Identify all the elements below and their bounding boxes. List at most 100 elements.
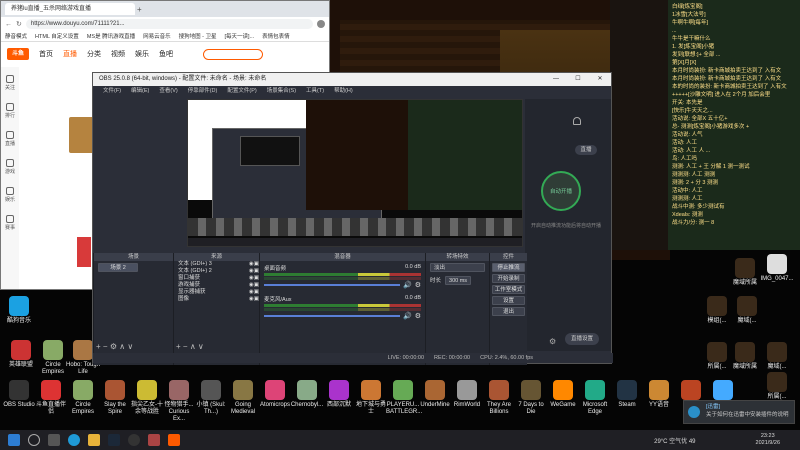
mixer-gear-icon[interactable]: ⚙	[415, 281, 421, 289]
control-button[interactable]: 设置	[492, 296, 525, 305]
desktop-icon[interactable]: 地下城与勇士	[354, 380, 388, 416]
sidebar-item[interactable]: 排行	[1, 103, 19, 123]
speaker-icon[interactable]: 🔊	[403, 312, 412, 320]
douyu-taskbar-icon[interactable]	[168, 434, 180, 446]
obs-preview[interactable]	[187, 99, 523, 247]
speaker-icon[interactable]: 🔊	[403, 281, 412, 289]
obs-taskbar-icon[interactable]	[128, 434, 140, 446]
source-item[interactable]: 游戏捕获 ◉ ▣	[174, 282, 259, 289]
edge-icon[interactable]	[68, 434, 80, 446]
source-item[interactable]: 显示器捕获 ◉ ▣	[174, 289, 259, 296]
desktop-icon[interactable]: IMG_0047...	[760, 254, 794, 283]
desktop-icon[interactable]: UnderMine	[418, 380, 452, 409]
desktop-icon[interactable]: OBS Studio	[2, 380, 36, 409]
sidebar-item[interactable]: 游戏	[1, 159, 19, 179]
profile-icon[interactable]	[317, 20, 325, 28]
desktop-icon[interactable]: 魔域所属	[728, 258, 762, 287]
desktop-icon[interactable]: 斗鱼直播伴侣	[34, 380, 68, 416]
desktop-icon[interactable]: PLAYERU... BATTLEGR...	[386, 380, 422, 416]
desktop-icon[interactable]: They Are Billions	[482, 380, 516, 416]
obs-menu-item[interactable]: 工具(T)	[306, 86, 324, 96]
obs-menu-item[interactable]: 场景集合(S)	[267, 86, 296, 96]
close-icon[interactable]: ✕	[589, 73, 611, 86]
bookmark-item[interactable]: 表情包表情	[262, 32, 290, 40]
desktop-icon[interactable]: 所属(...	[760, 372, 794, 401]
sidebar-item[interactable]: 娱乐	[1, 187, 19, 207]
control-button[interactable]: 工作室模式	[492, 285, 525, 294]
control-button[interactable]: 开始录制	[492, 274, 525, 283]
site-nav-item[interactable]: 首页	[39, 49, 53, 59]
source-item[interactable]: 窗口捕获 ◉ ▣	[174, 275, 259, 282]
obs-menu-item[interactable]: 配置文件(P)	[227, 86, 256, 96]
obs-window[interactable]: OBS 25.0.8 (64-bit, windows) - 配置文件: 未命名…	[92, 72, 613, 365]
control-button[interactable]: 停止推流	[492, 263, 525, 272]
bell-icon[interactable]	[573, 117, 581, 125]
desktop-icon[interactable]: 7 Days to Die	[514, 380, 548, 416]
notification-toast[interactable]: [迅雷] 关于如何在迅雷中安装插件的说明	[683, 400, 795, 424]
desktop-icon[interactable]: 西部沉默	[322, 380, 356, 409]
mixer-gear-icon[interactable]: ⚙	[415, 312, 421, 320]
sidebar-item[interactable]: 关注	[1, 75, 19, 95]
bookmark-item[interactable]: MS是 腾讯游戏直播	[87, 32, 135, 40]
source-item[interactable]: 文本 (GDI+) 2 ◉ ▣	[174, 268, 259, 275]
minimize-icon[interactable]: —	[545, 73, 567, 86]
obs-menu-item[interactable]: 编辑(E)	[131, 86, 149, 96]
site-nav-item[interactable]: 娱乐	[135, 49, 149, 59]
sidebar-item[interactable]: 赛事	[1, 215, 19, 235]
bookmark-item[interactable]: [每天一读]...	[225, 32, 255, 40]
desktop-icon[interactable]: RimWorld	[450, 380, 484, 409]
desktop-icon[interactable]: 魔域(...	[760, 342, 794, 371]
control-button[interactable]: 退出	[492, 307, 525, 316]
desktop-icon[interactable]: 小镇 (Skul: Th...)	[194, 380, 228, 416]
live-button[interactable]: 直播	[575, 145, 597, 155]
obs-menu-item[interactable]: 文件(F)	[103, 86, 121, 96]
desktop-icon[interactable]: Atomicrops	[258, 380, 292, 409]
start-icon[interactable]	[8, 434, 20, 446]
back-icon[interactable]: ←	[5, 21, 12, 28]
site-nav-item[interactable]: 鱼吧	[159, 49, 173, 59]
bookmark-item[interactable]: 静音模式	[5, 32, 27, 40]
new-tab-icon[interactable]: +	[137, 5, 142, 14]
bookmark-item[interactable]: HTML 自定义设置	[35, 32, 79, 40]
desktop-icon[interactable]: Circle Empires	[66, 380, 100, 416]
game-taskbar-icon[interactable]	[148, 434, 160, 446]
explorer-icon[interactable]	[88, 434, 100, 446]
scene-down-icon[interactable]: ∨	[127, 342, 133, 351]
desktop-icon[interactable]: Circle Empires	[36, 340, 70, 376]
scene-up-icon[interactable]: ∧	[119, 342, 125, 351]
site-nav-item[interactable]: 视频	[111, 49, 125, 59]
desktop-icon[interactable]: 英雄联盟	[4, 340, 38, 369]
desktop-icon[interactable]: 魔域(...	[730, 296, 764, 325]
obs-menu-item[interactable]: 查看(V)	[159, 86, 177, 96]
live-settings-button[interactable]: 直播设置	[565, 333, 599, 345]
scene-item[interactable]: 场景 2	[98, 263, 138, 272]
taskview-icon[interactable]	[48, 434, 60, 446]
source-item[interactable]: 图像 ◉ ▣	[174, 296, 259, 303]
site-search-input[interactable]	[203, 48, 263, 60]
desktop-icon[interactable]: 模组(...	[700, 296, 734, 325]
transition-select[interactable]: 淡出	[430, 263, 485, 272]
desktop-icon[interactable]: Slay the Spire	[98, 380, 132, 416]
desktop-icon[interactable]: 指尖乙女-十余等战胜	[130, 380, 164, 416]
desktop-icon-kugou[interactable]: 酷狗音乐	[2, 296, 36, 325]
source-down-icon[interactable]: ∨	[198, 342, 204, 351]
refresh-icon[interactable]: ↻	[16, 20, 22, 28]
obs-menu-item[interactable]: 帮助(H)	[334, 86, 353, 96]
source-item[interactable]: 文本 (GDI+) 3 ◉ ▣	[174, 261, 259, 268]
add-scene-icon[interactable]: +	[96, 342, 101, 351]
bookmark-item[interactable]: 网易云音乐	[143, 32, 171, 40]
desktop-icon[interactable]: WeGame	[546, 380, 580, 409]
weather[interactable]: 29°C 空气优 49	[654, 436, 695, 445]
desktop-icon[interactable]: Chernobyl...	[290, 380, 324, 409]
desktop-icon[interactable]: YY语音	[642, 380, 676, 409]
desktop-icon[interactable]: Steam	[610, 380, 644, 409]
search-icon[interactable]	[28, 434, 40, 446]
browser-tab[interactable]: 养猪lu直播_五杀网络游戏直播	[5, 3, 135, 15]
desktop-icon[interactable]: Microsoft Edge	[578, 380, 612, 416]
volume-slider[interactable]	[264, 315, 400, 317]
duration-input[interactable]: 300 ms	[445, 276, 472, 285]
remove-scene-icon[interactable]: −	[103, 342, 108, 351]
volume-slider[interactable]	[264, 284, 400, 286]
settings-gear-icon[interactable]: ⚙	[549, 337, 556, 346]
site-nav-item[interactable]: 分类	[87, 49, 101, 59]
